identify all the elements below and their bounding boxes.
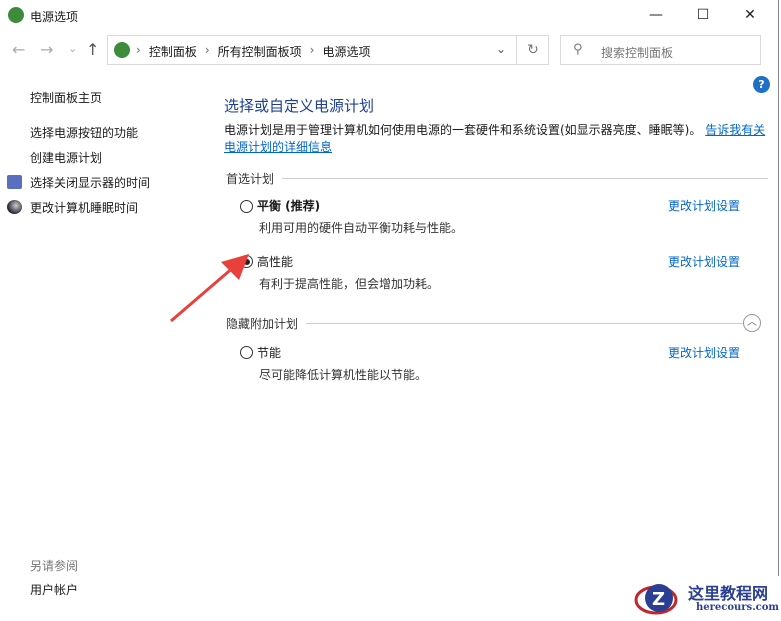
divider — [282, 178, 769, 179]
change-plan-settings-high-performance[interactable]: 更改计划设置 — [668, 253, 740, 270]
refresh-button[interactable]: ↻ — [516, 36, 549, 64]
search-icon: ⚲ — [573, 42, 583, 57]
title-bar: 电源选项 — ☐ ✕ — [0, 0, 779, 32]
close-button[interactable]: ✕ — [727, 0, 773, 30]
maximize-button[interactable]: ☐ — [680, 0, 726, 30]
radio-balanced[interactable] — [240, 200, 253, 213]
breadcrumb-power-options[interactable]: 电源选项 — [322, 43, 370, 60]
divider — [306, 323, 745, 324]
back-button[interactable]: ← — [12, 40, 25, 59]
change-plan-settings-power-saver[interactable]: 更改计划设置 — [668, 344, 740, 361]
sidebar-display-off-time[interactable]: 选择关闭显示器的时间 — [30, 174, 150, 191]
plan-desc-balanced: 利用可用的硬件自动平衡功耗与性能。 — [259, 221, 464, 235]
display-clock-icon — [7, 175, 22, 189]
learn-more-link[interactable]: 告诉我有关 — [705, 123, 765, 137]
page-description: 电源计划是用于管理计算机如何使用电源的一套硬件和系统设置(如显示器亮度、睡眠等)… — [224, 122, 769, 156]
sidebar-sleep-time[interactable]: 更改计算机睡眠时间 — [30, 199, 138, 216]
sidebar-create-plan[interactable]: 创建电源计划 — [30, 149, 102, 166]
window-title: 电源选项 — [30, 10, 79, 24]
address-bar[interactable]: › 控制面板 › 所有控制面板项 › 电源选项 ⌄ ↻ — [107, 35, 549, 65]
watermark-title: 这里教程网 — [688, 584, 769, 603]
watermark-logo: Z 这里教程网 herecours.com — [630, 576, 781, 621]
z-logo-icon: Z — [634, 584, 678, 615]
search-input[interactable]: ⚲ 搜索控制面板 — [560, 35, 761, 65]
recent-locations-button[interactable]: ⌄ — [68, 42, 77, 55]
forward-button[interactable]: → — [40, 40, 53, 59]
plan-name-high-performance[interactable]: 高性能 — [257, 253, 293, 270]
breadcrumb-separator[interactable]: › — [136, 43, 141, 60]
watermark-url: herecours.com — [696, 602, 780, 613]
description-text: 电源计划是用于管理计算机如何使用电源的一套硬件和系统设置(如显示器亮度、睡眠等)… — [224, 123, 702, 137]
see-also-label: 另请参阅 — [30, 559, 79, 573]
radio-power-saver[interactable] — [240, 346, 253, 359]
power-options-window: 电源选项 — ☐ ✕ ← → ⌄ ↑ › 控制面板 › 所有控制面板项 › 电源… — [0, 0, 779, 621]
collapse-chevron-up-icon[interactable]: ︿ — [743, 314, 761, 332]
help-icon[interactable]: ? — [753, 76, 770, 93]
learn-more-link-2[interactable]: 电源计划的详细信息 — [224, 140, 332, 154]
change-plan-settings-balanced[interactable]: 更改计划设置 — [668, 197, 740, 214]
moon-icon — [7, 200, 22, 214]
plan-desc-high-performance: 有利于提高性能，但会增加功耗。 — [259, 277, 440, 291]
breadcrumb-control-panel[interactable]: 控制面板 — [149, 43, 197, 60]
breadcrumb-all-items[interactable]: 所有控制面板项 — [218, 43, 302, 60]
plan-desc-power-saver: 尽可能降低计算机性能以节能。 — [259, 368, 428, 382]
sidebar-power-button-function[interactable]: 选择电源按钮的功能 — [30, 124, 138, 141]
annotation-arrow-icon — [170, 254, 249, 323]
up-button[interactable]: ↑ — [86, 40, 99, 59]
breadcrumb-separator[interactable]: › — [310, 43, 315, 60]
breadcrumb-separator[interactable]: › — [205, 43, 210, 60]
address-dropdown-icon[interactable]: ⌄ — [496, 42, 506, 56]
plan-name-balanced[interactable]: 平衡 (推荐) — [257, 197, 320, 214]
minimize-button[interactable]: — — [633, 0, 679, 30]
page-title: 选择或自定义电源计划 — [224, 97, 375, 115]
sidebar-user-accounts[interactable]: 用户帐户 — [30, 581, 78, 598]
search-placeholder: 搜索控制面板 — [601, 46, 674, 60]
svg-text:Z: Z — [652, 589, 665, 610]
power-options-icon — [8, 7, 24, 23]
plan-name-power-saver[interactable]: 节能 — [257, 344, 281, 361]
section-label: 首选计划 — [226, 172, 275, 186]
sidebar-home[interactable]: 控制面板主页 — [30, 89, 102, 106]
preferred-plans-section: 首选计划 — [226, 170, 769, 187]
hidden-plans-section: 隐藏附加计划 — [226, 315, 745, 332]
control-panel-icon — [114, 42, 130, 58]
